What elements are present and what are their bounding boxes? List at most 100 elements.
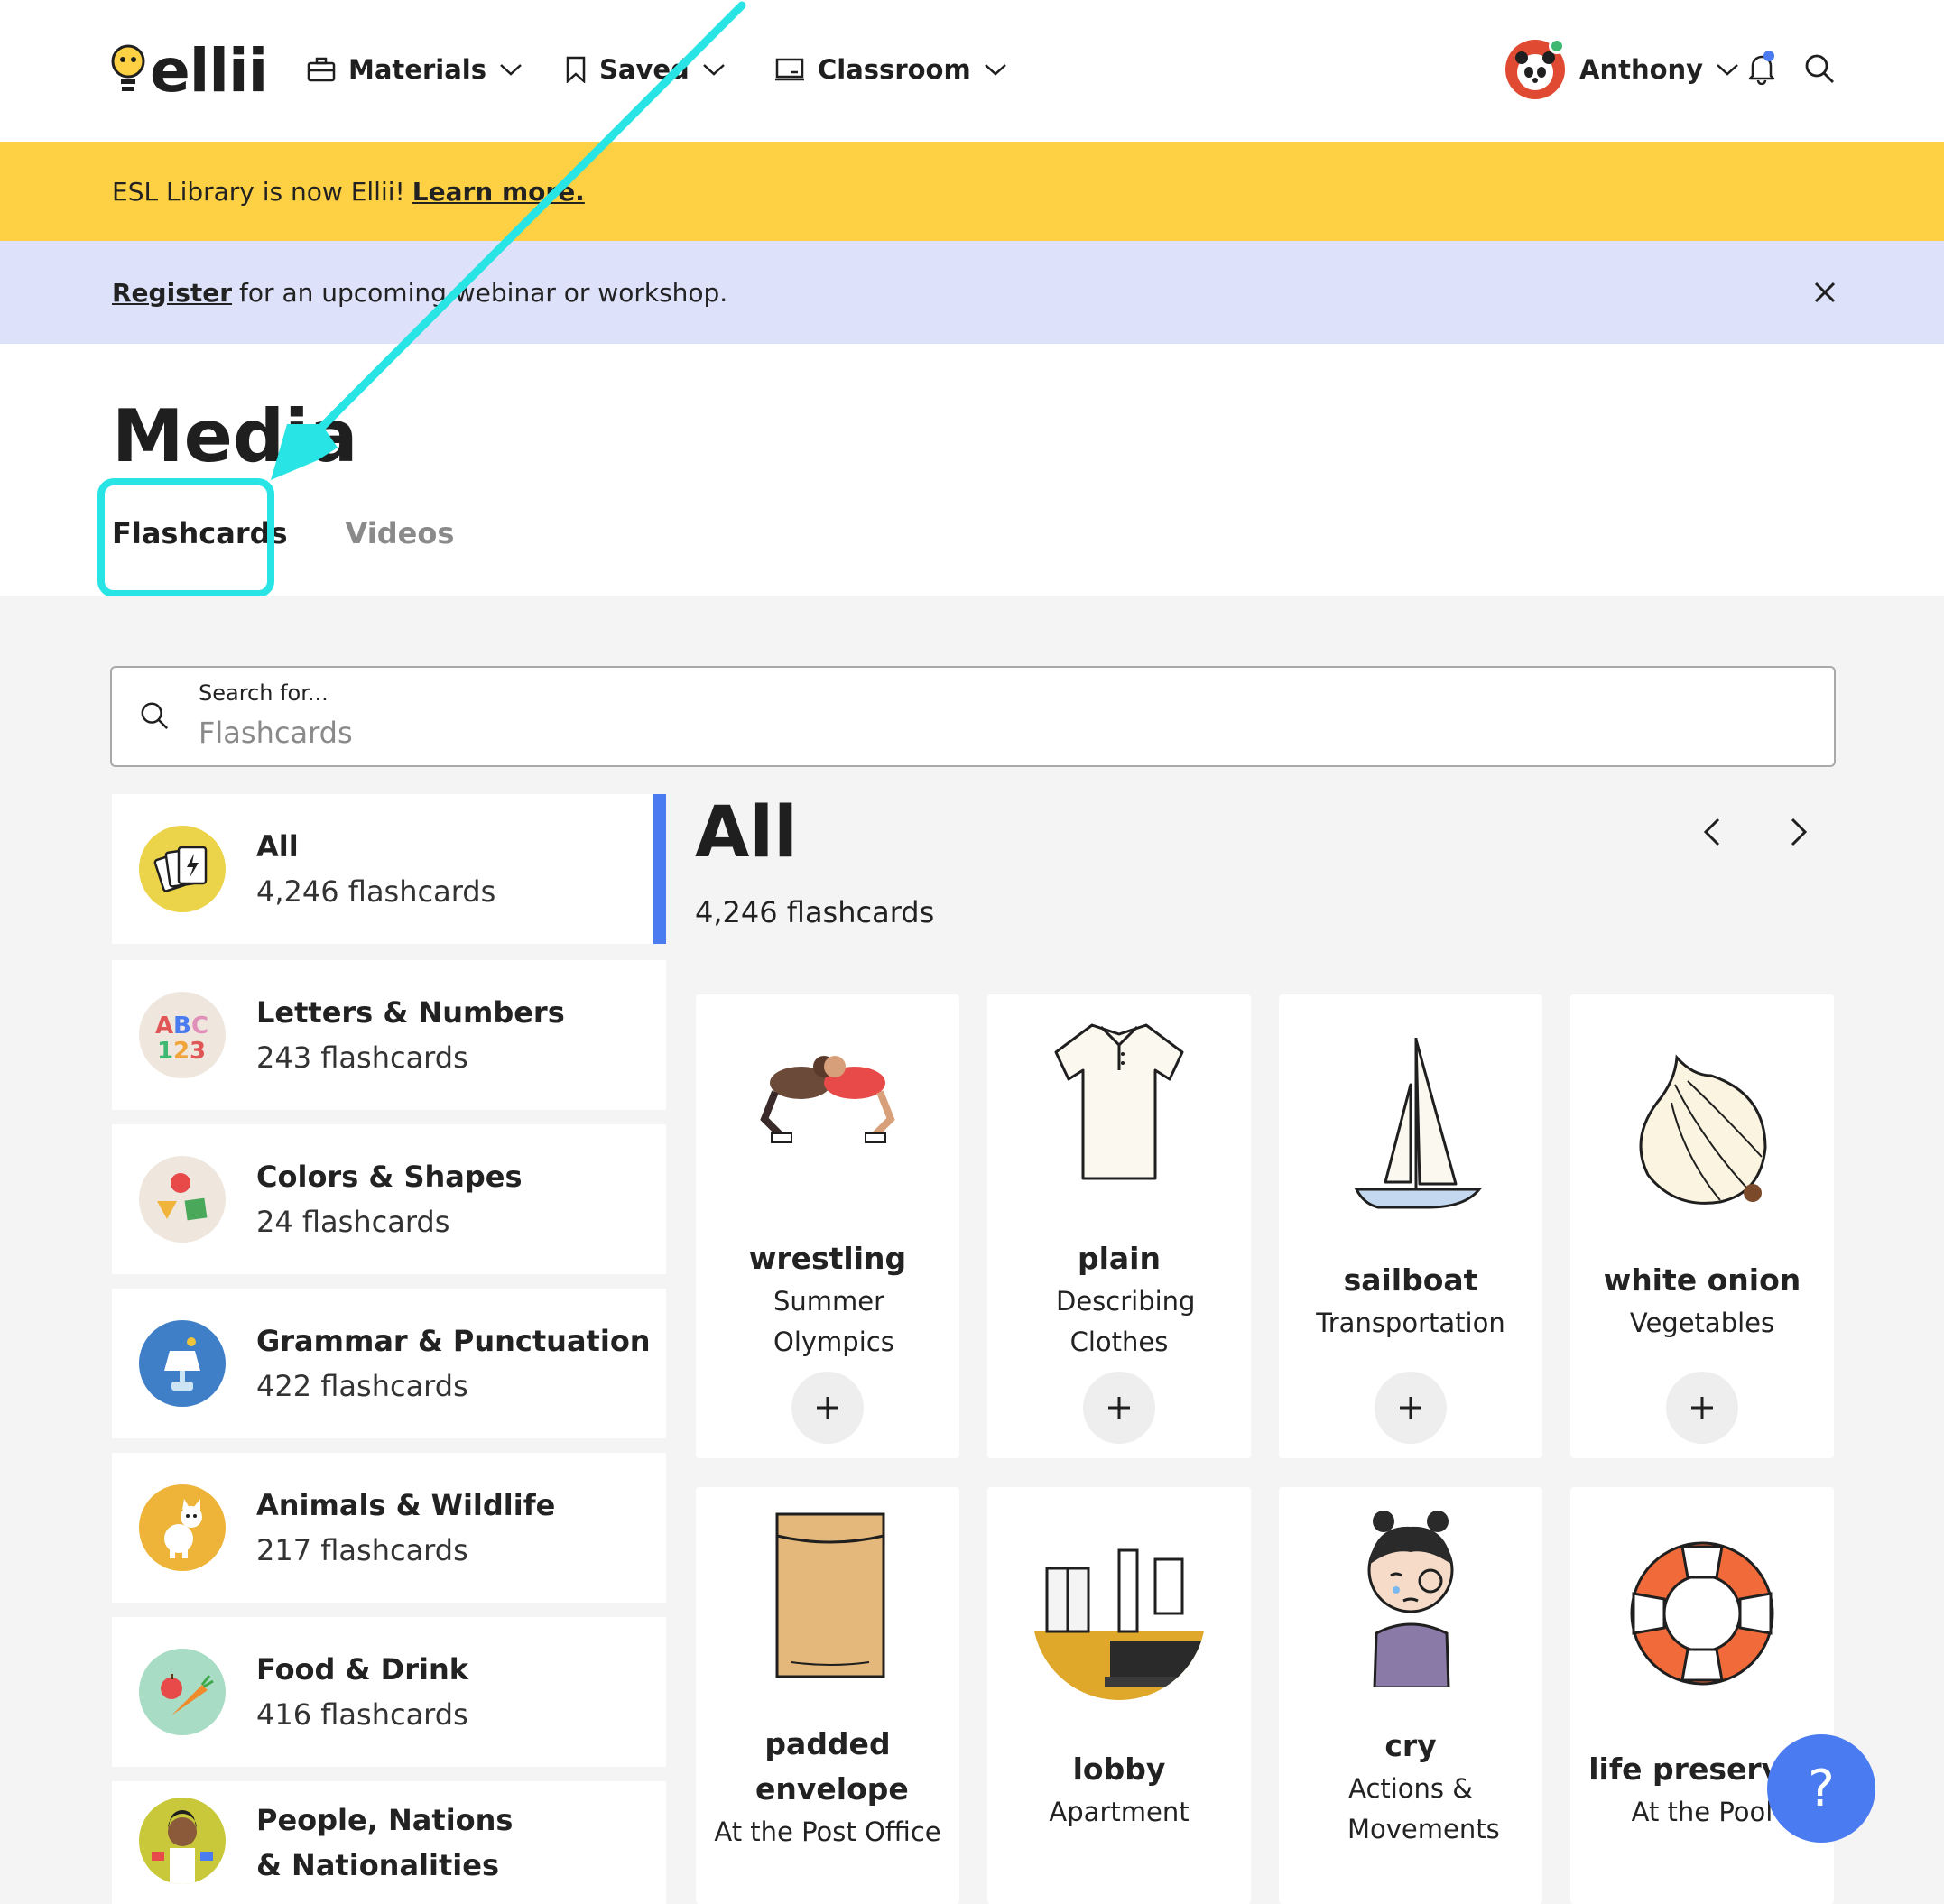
chevron-right-icon[interactable] [1785,816,1812,848]
flashcard-card[interactable]: plain Describing Clothes [987,994,1251,1458]
flashcard-card[interactable]: life preserver At the Pool [1570,1487,1834,1904]
bookmark-icon [566,56,586,83]
lightbulb-icon [111,44,145,91]
category-count: 24 flashcards [256,1205,450,1239]
content-title: All [695,792,798,873]
flashcard-card[interactable]: sailboat Transportation [1279,994,1542,1458]
nav-materials-label: Materials [348,54,486,85]
cat-icon [139,1484,226,1571]
category-count: 422 flashcards [256,1369,468,1403]
svg-text:1: 1 [157,1038,173,1065]
page-title: Media [112,394,358,478]
card-word: lobby [1072,1751,1166,1787]
logo-text: ellii [150,36,268,106]
card-topic: At the Post Office [714,1816,941,1847]
category-name: People, Nations & Nationalities [256,1803,514,1882]
chevron-left-icon[interactable] [1699,816,1726,848]
svg-text:B: B [173,1012,191,1040]
category-count: 243 flashcards [256,1040,468,1075]
flashcard-card[interactable]: lobby Apartment [987,1487,1251,1904]
chevron-down-icon [1717,64,1738,76]
search-input[interactable] [199,713,1805,753]
svg-text:3: 3 [190,1038,206,1065]
learn-more-link[interactable]: Learn more. [412,177,585,207]
add-flashcard-button[interactable] [1083,1372,1155,1444]
nav-classroom-label: Classroom [818,54,971,85]
apple-carrot-icon [139,1649,226,1735]
category-name: Food & Drink [256,1652,468,1687]
notifications-button[interactable] [1747,51,1776,89]
briefcase-icon [307,57,336,82]
help-button[interactable]: ? [1767,1734,1875,1843]
lobby-illustration [1032,1527,1206,1700]
plus-icon [1108,1397,1130,1419]
card-word: wrestling [748,1241,907,1276]
announcement-banner: ESL Library is now Ellii! Learn more. [0,142,1944,241]
nav-saved[interactable]: Saved [565,47,726,92]
card-word: sailboat [1343,1262,1478,1298]
category-name: Colors & Shapes [256,1160,523,1194]
category-colors-shapes[interactable]: Colors & Shapes 24 flashcards [112,1124,666,1274]
chevron-down-icon [500,64,522,76]
annotation-highlight-box [97,478,274,597]
card-topic: Transportation [1316,1308,1505,1338]
card-word: padded envelope [755,1726,909,1807]
onion-illustration [1639,1054,1767,1205]
chevron-down-icon [702,64,725,76]
nav-saved-label: Saved [599,54,690,85]
card-topic: Vegetables [1629,1308,1775,1338]
plus-icon [1691,1397,1713,1419]
sailboat-illustration [1354,1038,1483,1209]
category-letters-numbers[interactable]: A B C 1 2 3 Letters & Numbers 243 flashc… [112,960,666,1110]
category-people-nations[interactable]: People, Nations & Nationalities [112,1781,666,1904]
abc-123-icon: A B C 1 2 3 [139,992,226,1078]
add-flashcard-button[interactable] [791,1372,864,1444]
webinar-banner: Register for an upcoming webinar or work… [0,241,1944,344]
nav-materials[interactable]: Materials [307,47,523,92]
avatar [1505,38,1565,99]
card-topic: Actions & Movements [1347,1773,1500,1844]
shapes-icon [139,1156,226,1243]
lamp-icon [139,1320,226,1407]
category-count: 217 flashcards [256,1533,468,1567]
category-name: Letters & Numbers [256,995,565,1030]
search-button[interactable] [1803,52,1836,89]
flashcard-search[interactable]: Search for... [110,666,1836,767]
register-link[interactable]: Register [112,278,232,308]
search-icon [141,702,169,730]
svg-text:A: A [155,1012,173,1040]
user-name: Anthony [1579,54,1704,85]
category-all[interactable]: All 4,246 flashcards [112,794,666,944]
category-animals-wildlife[interactable]: Animals & Wildlife 217 flashcards [112,1453,666,1603]
tab-videos[interactable]: Videos [346,516,455,550]
announcement-text: ESL Library is now Ellii! [112,176,405,207]
card-topic: Describing Clothes [1056,1286,1196,1357]
person-flags-icon [139,1798,226,1884]
category-name: Animals & Wildlife [256,1488,556,1522]
category-food-drink[interactable]: Food & Drink 416 flashcards [112,1617,666,1767]
category-count: 4,246 flashcards [256,874,496,909]
add-flashcard-button[interactable] [1666,1372,1738,1444]
wrestlers-illustration [760,1056,895,1143]
polo-shirt-illustration [1054,1023,1184,1180]
life-preserver-illustration [1630,1541,1774,1686]
nav-classroom[interactable]: Classroom [774,47,1007,92]
flashcard-card[interactable]: cry Actions & Movements [1279,1487,1542,1904]
card-word: cry [1384,1728,1437,1763]
crying-girl-illustration [1367,1511,1454,1687]
ellii-logo[interactable]: ellii [110,36,268,106]
category-name: All [256,829,299,864]
close-icon[interactable] [1810,278,1839,307]
category-grammar-punctuation[interactable]: Grammar & Punctuation 422 flashcards [112,1289,666,1438]
flashcards-stack-icon [139,826,226,912]
search-label: Search for... [199,680,329,706]
flashcard-card[interactable]: padded envelope At the Post Office [696,1487,959,1904]
flashcard-card[interactable]: wrestling Summer Olympics [696,994,959,1458]
flashcard-card[interactable]: white onion Vegetables [1570,994,1834,1458]
add-flashcard-button[interactable] [1375,1372,1447,1444]
online-status-dot [1549,38,1565,54]
user-menu[interactable]: Anthony [1505,38,1739,99]
card-word: plain [1077,1241,1161,1276]
plus-icon [817,1397,838,1419]
card-topic: Summer Olympics [773,1286,894,1357]
